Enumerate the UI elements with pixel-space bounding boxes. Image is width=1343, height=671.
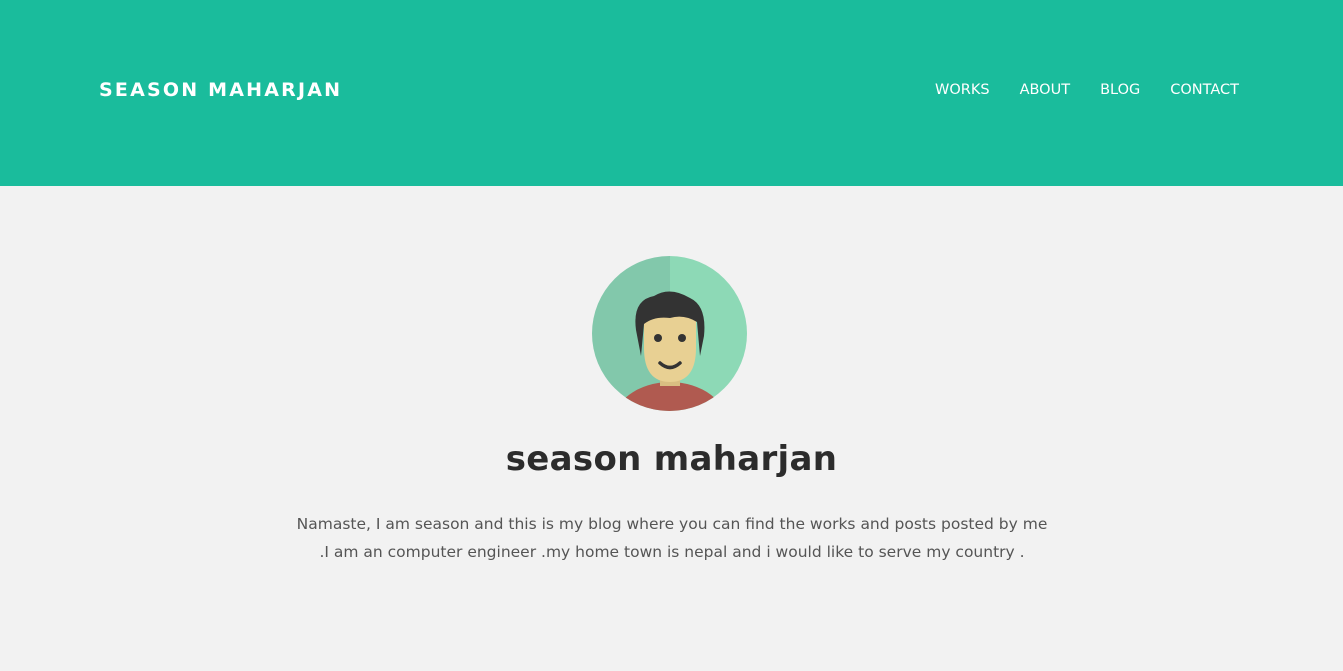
profile-name: season maharjan <box>505 439 838 479</box>
nav-link-blog[interactable]: BLOG <box>1100 80 1140 100</box>
nav-link-contact[interactable]: CONTACT <box>1170 80 1239 100</box>
main-nav: WORKS ABOUT BLOG CONTACT <box>935 80 1239 100</box>
profile-section: season maharjan Namaste, I am season and… <box>0 186 1343 671</box>
nav-link-works[interactable]: WORKS <box>935 80 990 100</box>
nav-link-about[interactable]: ABOUT <box>1020 80 1071 100</box>
site-brand-link[interactable]: SEASON MAHARJAN <box>99 79 342 101</box>
avatar-illustration <box>592 256 747 411</box>
profile-bio: Namaste, I am season and this is my blog… <box>296 515 1048 561</box>
site-header: SEASON MAHARJAN WORKS ABOUT BLOG CONTACT <box>0 0 1343 186</box>
person-avatar-icon <box>592 256 747 411</box>
